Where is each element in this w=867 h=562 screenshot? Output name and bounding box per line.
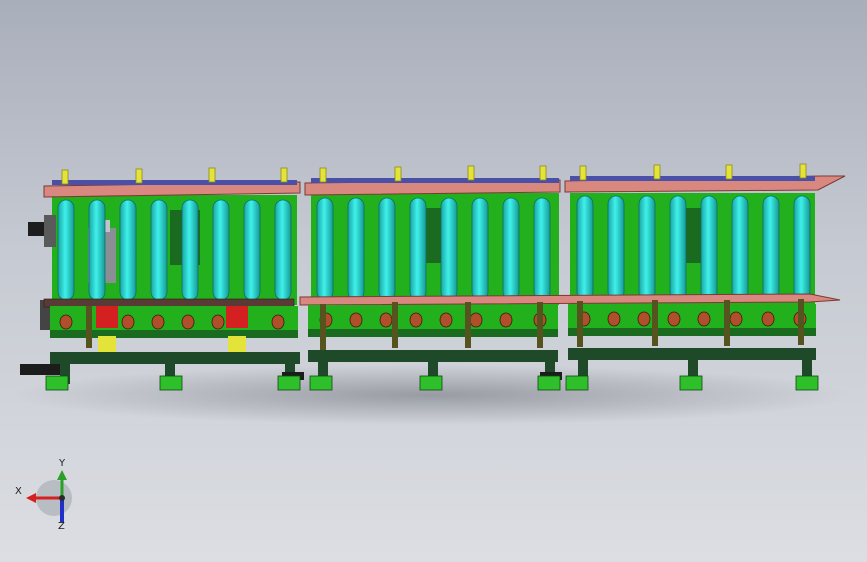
x-axis-head: [26, 493, 36, 503]
cad-viewport[interactable]: X Y Z: [0, 0, 867, 562]
y-axis-label: Y: [59, 458, 66, 469]
foot-pads: [45, 375, 819, 391]
triad-origin: [59, 495, 65, 501]
z-axis-label: Z: [58, 521, 65, 532]
x-axis-label: X: [15, 486, 22, 497]
frame-lower: [50, 304, 816, 352]
axis-triad: [26, 470, 72, 522]
y-axis-head: [57, 470, 67, 480]
conveyor-model: [10, 163, 850, 522]
